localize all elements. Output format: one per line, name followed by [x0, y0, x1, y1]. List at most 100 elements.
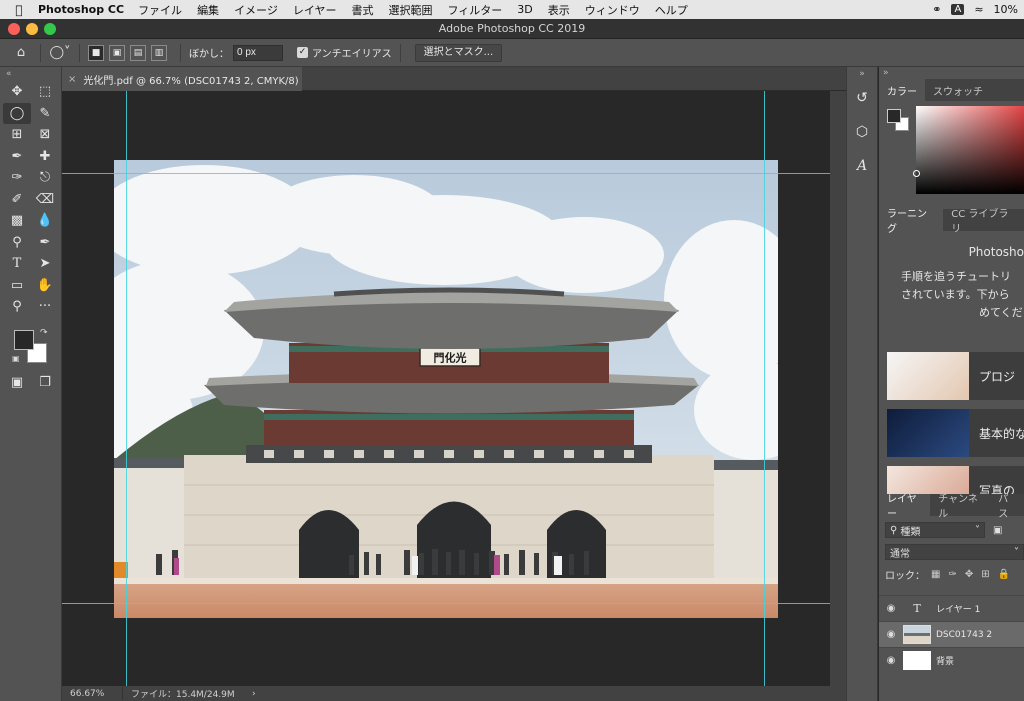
visibility-eye-icon[interactable]: ◉: [879, 655, 903, 666]
wifi-icon[interactable]: ≈: [974, 3, 983, 16]
tab-cc-libraries[interactable]: CC ライブラリ: [943, 209, 1024, 235]
learn-card-projects[interactable]: プロジ: [887, 352, 1024, 400]
menu-view[interactable]: 表示: [548, 2, 570, 18]
document-tab[interactable]: × 光化門.pdf @ 66.7% (DSC01743 2, CMYK/8): [62, 67, 302, 91]
gate-signboard-text: 門化光: [434, 351, 467, 365]
app-menu[interactable]: Photoshop CC: [38, 3, 124, 16]
quick-selection-tool-icon[interactable]: ✎: [31, 103, 59, 125]
tab-channels[interactable]: チャンネル: [930, 494, 990, 520]
default-colors-icon[interactable]: ▣: [12, 354, 20, 363]
select-and-mask-button[interactable]: 選択とマスク...: [414, 43, 503, 62]
color-panel: カラー スウォッチ: [879, 79, 1024, 209]
canvas-vertical-scrollbar[interactable]: [830, 91, 846, 701]
gradient-tool-icon[interactable]: ▩: [3, 210, 31, 232]
new-selection-mode-button[interactable]: ■: [88, 44, 104, 61]
hand-tool-icon[interactable]: ✋: [31, 275, 59, 297]
guide-horizontal-top[interactable]: [62, 173, 830, 174]
menu-edit[interactable]: 編集: [197, 2, 219, 18]
lasso-preset-icon[interactable]: ◯˅: [49, 43, 71, 63]
close-document-icon[interactable]: ×: [68, 74, 76, 85]
collapse-tools-icon[interactable]: «: [0, 67, 61, 81]
menu-help[interactable]: ヘルプ: [655, 2, 688, 18]
guide-horizontal-bottom[interactable]: [62, 603, 830, 604]
character-panel-icon[interactable]: A: [847, 149, 877, 183]
eraser-tool-icon[interactable]: ⌫: [31, 189, 59, 211]
menu-select[interactable]: 選択範囲: [389, 2, 433, 18]
foreground-color-swatch[interactable]: [14, 329, 34, 350]
history-panel-icon[interactable]: ↺: [847, 81, 877, 115]
dodge-tool-icon[interactable]: ⚲: [3, 232, 31, 254]
status-menu-chevron-icon[interactable]: ›: [252, 689, 256, 699]
quick-mask-icon[interactable]: ▣: [3, 372, 31, 394]
swap-colors-icon[interactable]: ↷: [40, 328, 48, 338]
frame-tool-icon[interactable]: ⊠: [31, 124, 59, 146]
marquee-tool-icon[interactable]: ⬚: [31, 81, 59, 103]
move-tool-icon[interactable]: ✥: [3, 81, 31, 103]
menu-image[interactable]: イメージ: [234, 2, 278, 18]
layer-row-text[interactable]: ◉ T レイヤー 1: [879, 595, 1024, 621]
gwanghwamun-photo[interactable]: 門化光: [114, 160, 778, 618]
layers-panel-tabs: レイヤー チャンネル パス: [879, 494, 1024, 520]
creative-cloud-icon[interactable]: ⚭: [932, 3, 941, 16]
layer-filter-select[interactable]: ⚲ 種類 ˅: [885, 522, 985, 538]
brush-tool-icon[interactable]: ✑: [3, 167, 31, 189]
collapse-panels-icon[interactable]: »: [879, 67, 1024, 79]
menu-file[interactable]: ファイル: [138, 2, 182, 18]
adobe-icon[interactable]: A: [951, 4, 965, 15]
color-picker-cursor[interactable]: [913, 170, 920, 177]
collapse-strip-icon[interactable]: »: [847, 67, 877, 81]
tab-color[interactable]: カラー: [879, 79, 925, 101]
screen-mode-icon[interactable]: ❐: [31, 372, 59, 394]
apple-icon[interactable]: : [0, 3, 38, 17]
type-tool-icon[interactable]: T: [3, 253, 31, 275]
tab-layers[interactable]: レイヤー: [879, 494, 931, 520]
healing-brush-tool-icon[interactable]: ✚: [31, 146, 59, 168]
lasso-tool-icon[interactable]: ◯: [3, 102, 31, 124]
crop-tool-icon[interactable]: ⊞: [3, 124, 31, 146]
menu-3d[interactable]: 3D: [517, 3, 532, 16]
feather-input[interactable]: [233, 44, 283, 61]
menu-filter[interactable]: フィルター: [448, 2, 503, 18]
eyedropper-tool-icon[interactable]: ✒: [3, 146, 31, 168]
guide-vertical-left[interactable]: [126, 91, 127, 686]
subtract-selection-mode-button[interactable]: ▤: [130, 44, 146, 61]
clone-stamp-tool-icon[interactable]: ⎋: [31, 167, 59, 189]
lock-image-icon[interactable]: ✑: [948, 569, 956, 580]
blend-mode-select[interactable]: 通常 ˅: [885, 544, 1024, 560]
learn-card-basics[interactable]: 基本的な: [887, 409, 1024, 457]
visibility-eye-icon[interactable]: ◉: [879, 603, 903, 614]
history-brush-tool-icon[interactable]: ✐: [3, 189, 31, 211]
zoom-level[interactable]: 66.67%: [62, 689, 122, 699]
path-selection-tool-icon[interactable]: ➤: [31, 253, 59, 275]
rectangle-tool-icon[interactable]: ▭: [3, 275, 31, 297]
tab-paths[interactable]: パス: [990, 494, 1024, 520]
more-tools-icon[interactable]: ···: [31, 296, 59, 318]
menu-layer[interactable]: レイヤー: [293, 2, 337, 18]
panel-foreground-swatch[interactable]: [887, 109, 901, 123]
pen-tool-icon[interactable]: ✒: [31, 232, 59, 254]
antialias-checkbox[interactable]: ✓: [297, 47, 308, 58]
menu-window[interactable]: ウィンドウ: [585, 2, 640, 18]
layer-row-background[interactable]: ◉ 背景: [879, 647, 1024, 673]
image-filter-icon[interactable]: ▣: [993, 525, 1002, 536]
zoom-tool-icon[interactable]: ⚲: [3, 296, 31, 318]
lock-all-icon[interactable]: 🔒: [998, 569, 1010, 580]
lock-position-icon[interactable]: ✥: [965, 569, 973, 580]
tab-swatches[interactable]: スウォッチ: [925, 79, 991, 101]
add-selection-mode-button[interactable]: ▣: [109, 44, 125, 61]
right-panels: » カラー スウォッチ ラーニング CC ライブラリ Photosho 手順を追…: [879, 67, 1024, 701]
layer-row-photo[interactable]: ◉ DSC01743 2: [879, 621, 1024, 647]
visibility-eye-icon[interactable]: ◉: [879, 629, 903, 640]
3d-panel-icon[interactable]: ⬡: [847, 115, 877, 149]
menu-type[interactable]: 書式: [352, 2, 374, 18]
document-canvas[interactable]: 門化光: [62, 91, 830, 686]
blur-tool-icon[interactable]: 💧: [31, 210, 59, 232]
lock-transparent-icon[interactable]: ▦: [931, 569, 940, 580]
home-icon[interactable]: ⌂: [10, 43, 32, 63]
lock-artboard-icon[interactable]: ⊞: [981, 569, 989, 580]
guide-vertical-right[interactable]: [764, 91, 765, 686]
tab-learn[interactable]: ラーニング: [879, 209, 944, 235]
color-panel-tabs: カラー スウォッチ: [879, 79, 1024, 101]
color-picker-field[interactable]: [916, 106, 1024, 194]
intersect-selection-mode-button[interactable]: ▥: [151, 44, 167, 61]
